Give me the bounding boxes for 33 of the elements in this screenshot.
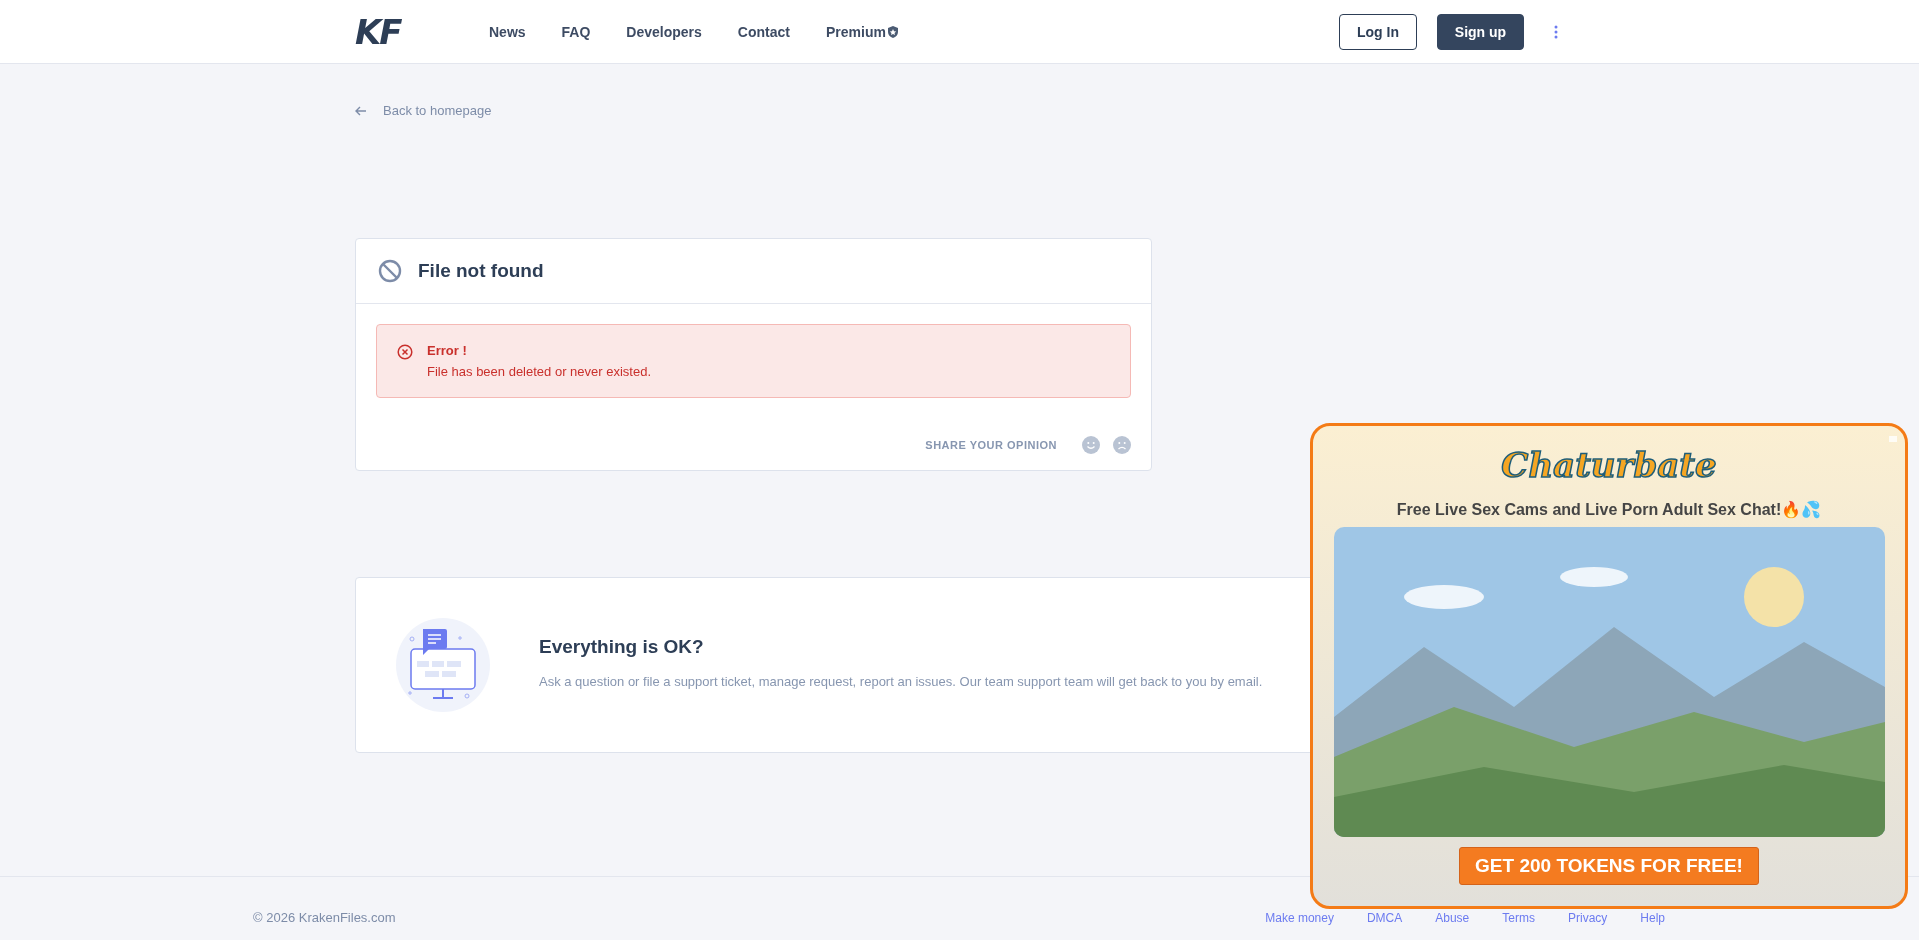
footer-link[interactable]: Privacy — [1567, 911, 1608, 925]
back-link[interactable]: Back to homepage — [355, 103, 492, 118]
footer-link[interactable]: Make money — [1265, 911, 1334, 925]
opinion-label: SHARE YOUR OPINION — [925, 438, 1057, 451]
card-title: File not found — [418, 259, 544, 282]
more-menu-icon — [1554, 24, 1558, 39]
error-icon — [397, 343, 413, 360]
ad-logo[interactable]: Chaturbate — [1501, 440, 1717, 490]
login-button[interactable]: Log In — [1339, 13, 1417, 50]
nav-link[interactable]: Developers — [626, 23, 702, 40]
support-title: Everything is OK? — [539, 636, 705, 658]
alert-message: File has been deleted or never existed. — [427, 363, 652, 379]
signup-button[interactable]: Sign up — [1437, 13, 1524, 50]
footer-link[interactable]: DMCA — [1366, 911, 1403, 925]
footer-link[interactable]: Terms — [1502, 911, 1535, 925]
support-text: Ask a question or file a support ticket, manage request, report an issues. Our team support team will get back to you by email. — [539, 673, 1264, 691]
smile-face-icon[interactable] — [1082, 435, 1100, 454]
footer-link[interactable]: Help — [1640, 911, 1665, 925]
prohibited-icon — [378, 258, 402, 283]
sad-face-icon[interactable] — [1113, 435, 1131, 454]
shield-icon — [887, 25, 898, 38]
cta-button[interactable]: GET 200 TOKENS FOR FREE! — [1459, 847, 1759, 885]
copyright: © 2026 KrakenFiles.com — [253, 910, 396, 925]
close-button[interactable] — [1889, 436, 1897, 442]
footer-link[interactable]: Abuse — [1435, 911, 1470, 925]
alert-title: Error ! — [427, 342, 468, 358]
ad-tagline: Free Live Sex Cams and Live Porn Adult Sex Chat!🔥💦 — [1396, 500, 1822, 519]
nav-link[interactable]: Premium — [825, 23, 898, 40]
logo[interactable]: KF — [355, 11, 437, 52]
nav-link[interactable]: News — [489, 23, 526, 40]
nav-link[interactable]: Contact — [737, 23, 790, 40]
nav-link[interactable]: FAQ — [561, 23, 591, 40]
arrow-left-icon — [355, 105, 367, 116]
